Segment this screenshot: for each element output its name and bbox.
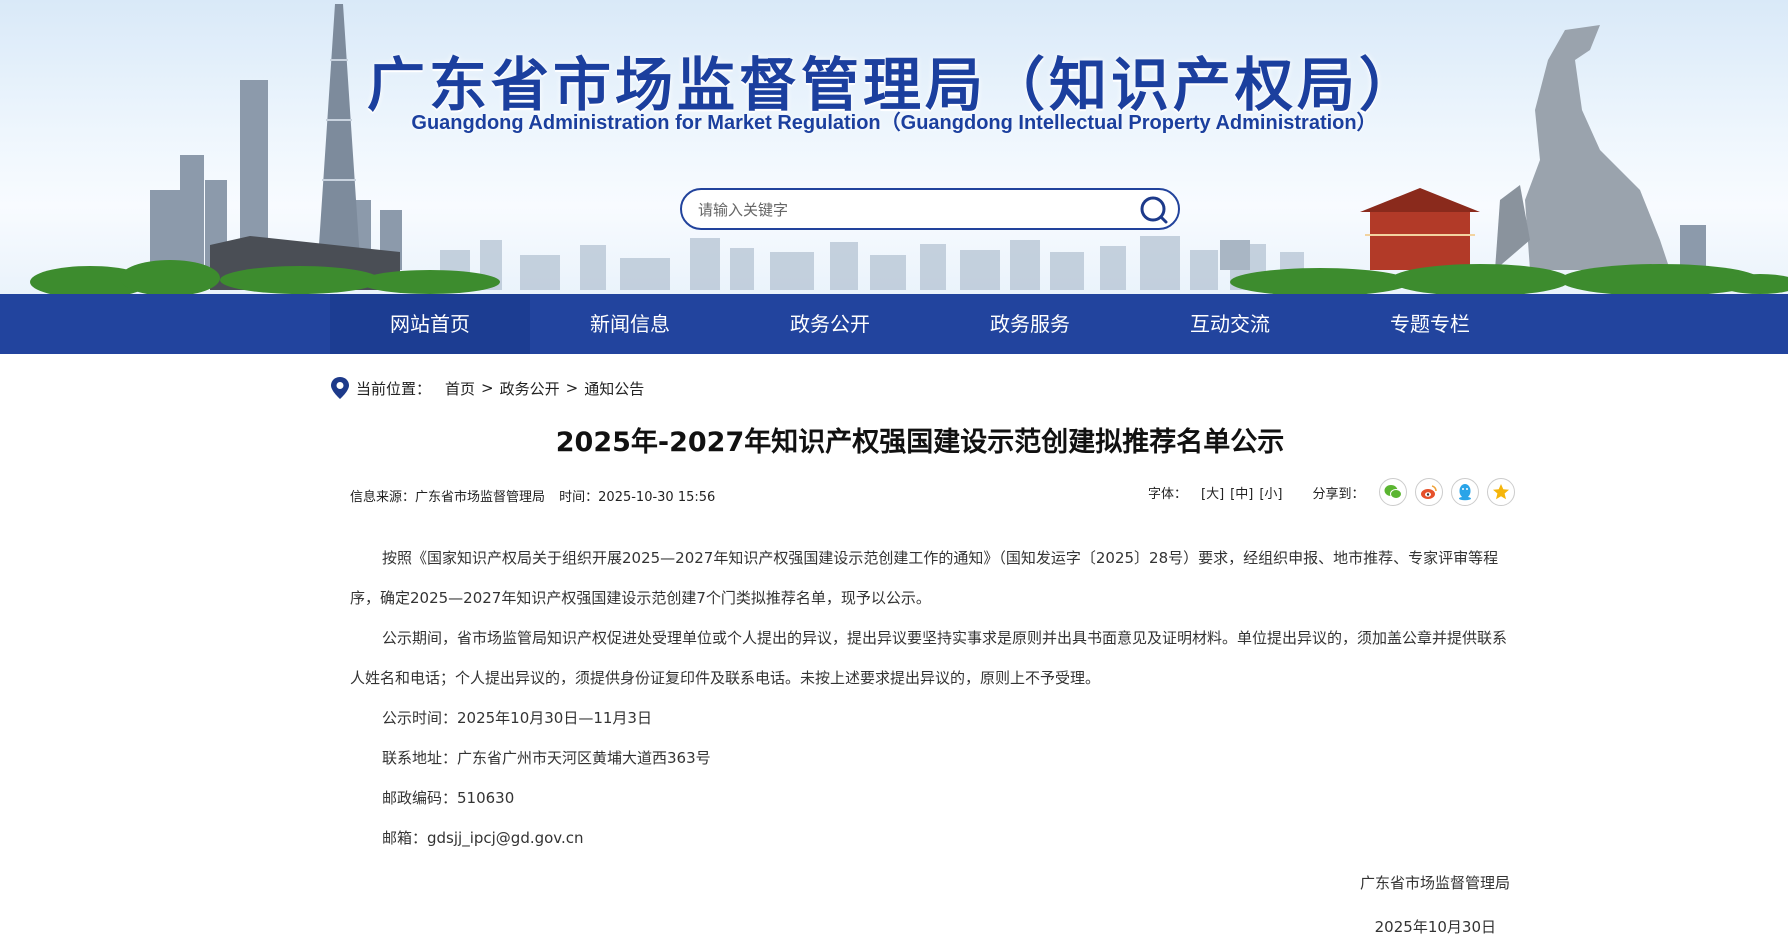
- article-paragraph: 公示时间：2025年10月30日—11月3日: [382, 709, 652, 727]
- nav-item-interaction[interactable]: 互动交流: [1130, 294, 1330, 354]
- article-paragraph: 邮箱：gdsjj_ipcj@gd.gov.cn: [382, 829, 584, 847]
- breadcrumb-label: 当前位置：: [356, 379, 432, 398]
- breadcrumb: 当前位置： 首页 > 政务公开 > 通知公告: [330, 376, 644, 400]
- article-paragraph: 邮政编码：510630: [382, 789, 515, 807]
- article-paragraph: 按照《国家知识产权局关于组织开展2025—2027年知识产权强国建设示范创建工作…: [350, 549, 1499, 607]
- weibo-icon[interactable]: [1414, 478, 1443, 506]
- breadcrumb-home[interactable]: 首页: [445, 378, 475, 399]
- search-input[interactable]: [696, 190, 1120, 230]
- article-title: 2025年-2027年知识产权强国建设示范创建拟推荐名单公示: [555, 427, 1285, 458]
- wechat-icon[interactable]: [1378, 478, 1407, 506]
- breadcrumb-gov-affairs[interactable]: 政务公开: [500, 378, 560, 399]
- signature-org: 广东省市场监督管理局: [1359, 874, 1510, 892]
- breadcrumb-notices[interactable]: 通知公告: [584, 378, 644, 399]
- nav-item-gov-affairs[interactable]: 政务公开: [730, 294, 930, 354]
- qq-icon[interactable]: [1450, 478, 1479, 506]
- search-box: [680, 188, 1180, 230]
- font-size-medium[interactable]: [中]: [1230, 483, 1253, 502]
- font-size-label: 字体：: [1148, 486, 1188, 502]
- location-pin-icon: [331, 377, 349, 399]
- site-subtitle: Guangdong Administration for Market Regu…: [411, 112, 1377, 134]
- main-nav: 网站首页 新闻信息 政务公开 政务服务 互动交流 专题专栏: [0, 294, 1788, 354]
- nav-item-topics[interactable]: 专题专栏: [1330, 294, 1530, 354]
- article-paragraph: 联系地址：广东省广州市天河区黄埔大道西363号: [382, 749, 711, 767]
- qzone-icon[interactable]: [1486, 478, 1515, 506]
- search-icon[interactable]: [1138, 194, 1170, 226]
- article-tools: 字体： [大] [中] [小] 分享到：: [1148, 476, 1523, 508]
- article-page: 当前位置： 首页 > 政务公开 > 通知公告 2025年-2027年知识产权强国…: [0, 354, 1788, 939]
- article-time: 时间：2025-10-30 15:56: [559, 490, 716, 505]
- site-header: 广东省市场监督管理局（知识产权局） Guangdong Administrati…: [0, 0, 1788, 294]
- breadcrumb-separator: >: [481, 379, 494, 397]
- share-label: 分享到：: [1312, 486, 1365, 502]
- article-meta: 信息来源：广东省市场监督管理局 时间：2025-10-30 15:56: [350, 486, 725, 505]
- breadcrumb-separator: >: [565, 379, 579, 397]
- article-paragraph: 公示期间，省市场监管局知识产权促进处受理单位或个人提出的异议，提出异议要坚持实事…: [350, 629, 1508, 687]
- nav-item-news[interactable]: 新闻信息: [530, 294, 730, 354]
- nav-item-home[interactable]: 网站首页: [330, 294, 530, 354]
- font-size-small[interactable]: [小]: [1259, 483, 1282, 502]
- nav-item-gov-services[interactable]: 政务服务: [930, 294, 1130, 354]
- article-body: 按照《国家知识产权局关于组织开展2025—2027年知识产权强国建设示范创建工作…: [350, 538, 1508, 858]
- font-size-large[interactable]: [大]: [1201, 483, 1224, 502]
- article-source: 信息来源：广东省市场监督管理局: [350, 490, 546, 505]
- signature-date: 2025年10月30日: [1374, 918, 1496, 936]
